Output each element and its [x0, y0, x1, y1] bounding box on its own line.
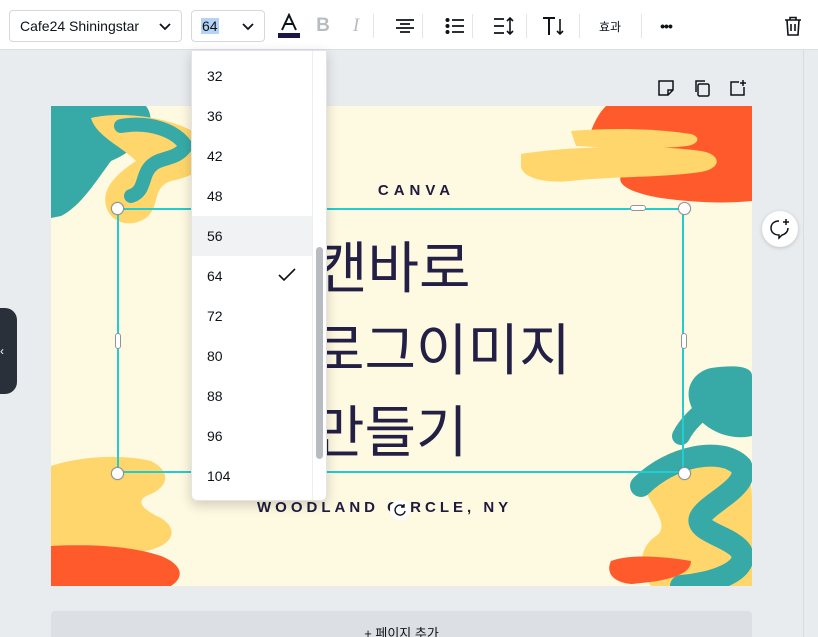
list-button[interactable] [439, 10, 471, 42]
toolbar-divider [641, 14, 642, 38]
brand-text[interactable]: CANVA [51, 182, 752, 199]
resize-handle-bottom-right[interactable] [678, 467, 691, 480]
trash-icon [785, 16, 801, 36]
add-page-icon [730, 80, 746, 96]
resize-handle-right[interactable] [681, 333, 687, 349]
font-size-dropdown: 32 36 42 48 56 64 72 80 88 96 104 [191, 50, 327, 501]
size-option-42[interactable]: 42 [192, 136, 312, 176]
add-page-label: + 페이지 추가 [364, 626, 439, 637]
resize-handle-left[interactable] [115, 333, 121, 349]
chevron-left-icon: ‹ [0, 344, 4, 358]
line-spacing-icon [494, 16, 514, 36]
bold-button[interactable]: B [307, 10, 339, 42]
size-option-label: 36 [207, 108, 223, 124]
resize-handle-bottom-left[interactable] [111, 467, 124, 480]
address-text[interactable]: WOODLAND CIRCLE, NY [257, 499, 512, 516]
size-option-56[interactable]: 56 [192, 216, 312, 256]
font-family-value: Cafe24 Shiningstar [20, 18, 140, 34]
text-color-icon [278, 13, 300, 38]
size-option-label: 64 [207, 268, 223, 284]
text-color-button[interactable] [273, 10, 305, 42]
size-option-64[interactable]: 64 [192, 256, 312, 296]
add-page-icon-button[interactable] [726, 76, 750, 100]
toolbar-divider [373, 14, 374, 38]
copy-icon [695, 80, 710, 97]
align-center-icon [396, 19, 414, 33]
toolbar-divider [422, 14, 423, 38]
spacing-button[interactable] [488, 10, 520, 42]
size-option-80[interactable]: 80 [192, 336, 312, 376]
resize-handle-top-right[interactable] [678, 202, 691, 215]
size-option-label: 96 [207, 428, 223, 444]
bullet-list-icon [445, 18, 464, 34]
collapse-panel-tab[interactable]: ‹ [0, 308, 17, 394]
add-comment-button[interactable] [762, 211, 798, 247]
sticky-note-icon [658, 80, 674, 96]
size-option-48[interactable]: 48 [192, 176, 312, 216]
text-size-transform-button[interactable] [537, 10, 569, 42]
size-option-88[interactable]: 88 [192, 376, 312, 416]
toolbar-divider [472, 14, 473, 38]
size-option-32[interactable]: 32 [192, 56, 312, 96]
size-option-label: 72 [207, 308, 223, 324]
comment-plus-icon [770, 219, 789, 240]
right-scroll-gutter[interactable] [803, 50, 818, 637]
chevron-down-icon [159, 23, 171, 31]
page-actions [652, 76, 752, 102]
delete-button[interactable] [777, 10, 809, 42]
checkmark-icon [278, 268, 296, 282]
duplicate-page-button[interactable] [690, 76, 714, 100]
add-page-button[interactable]: + 페이지 추가 [51, 611, 752, 637]
font-size-value[interactable]: 64 [201, 18, 219, 34]
text-transform-icon [543, 17, 564, 36]
effects-label: 효과 [598, 19, 622, 34]
chevron-down-icon [242, 23, 254, 31]
note-button[interactable] [654, 76, 678, 100]
align-center-button[interactable] [389, 10, 421, 42]
size-option-36[interactable]: 36 [192, 96, 312, 136]
resize-handle-top-left[interactable] [111, 202, 124, 215]
more-icon: ••• [660, 18, 673, 34]
effects-button[interactable]: 효과 [590, 10, 630, 42]
size-option-label: 48 [207, 188, 223, 204]
font-family-select[interactable]: Cafe24 Shiningstar [9, 10, 182, 42]
size-option-label: 42 [207, 148, 223, 164]
toolbar-divider [579, 14, 580, 38]
size-option-72[interactable]: 72 [192, 296, 312, 336]
resize-handle-top[interactable] [630, 205, 646, 211]
size-option-label: 80 [207, 348, 223, 364]
size-option-label: 56 [207, 228, 223, 244]
rotate-icon [394, 504, 406, 516]
bold-label: B [316, 15, 330, 36]
size-option-label: 88 [207, 388, 223, 404]
rotate-handle[interactable] [390, 500, 410, 520]
size-option-96[interactable]: 96 [192, 416, 312, 456]
more-button[interactable]: ••• [650, 10, 682, 42]
toolbar-divider [526, 14, 527, 38]
dropdown-scrollbar-thumb[interactable] [316, 247, 323, 459]
size-option-label: 32 [207, 68, 223, 84]
toolbar: Cafe24 Shiningstar 64 B I 효과 ••• [0, 0, 818, 50]
italic-button[interactable]: I [340, 10, 372, 42]
size-option-104[interactable]: 104 [192, 456, 312, 496]
size-option-label: 104 [207, 468, 231, 484]
italic-label: I [352, 15, 360, 36]
font-size-select[interactable]: 64 [191, 10, 265, 42]
